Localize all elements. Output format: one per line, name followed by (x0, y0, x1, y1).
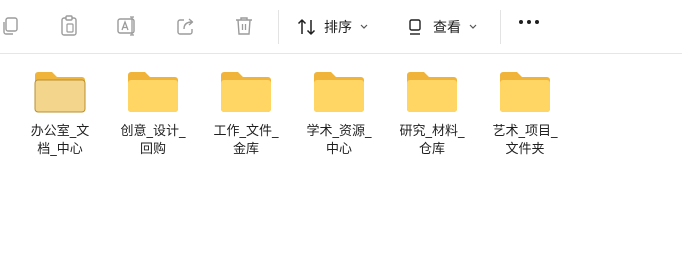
folder-name-line: 档_中心 (37, 142, 83, 157)
folder-name: 研究_材料_ 仓库 (391, 123, 473, 159)
folder-name-line: 回购 (139, 142, 166, 157)
folder-item[interactable]: 办公室_文档_中心 (19, 69, 101, 159)
folder-item[interactable]: 学术_资源_ 中心 (298, 69, 380, 159)
folder-name-line: 仓库 (418, 142, 445, 157)
folder-icon (407, 72, 457, 112)
more-options-icon[interactable] (519, 20, 539, 24)
folder-name-line: 艺术_项目_ (492, 124, 558, 139)
folder-name: 办公室_文档_中心 (19, 123, 101, 159)
sort-icon (297, 19, 316, 35)
folder-name-line: 创意_设计_ (120, 124, 186, 139)
folder-icon (128, 72, 178, 112)
folder-name-line: 研究_材料_ (399, 124, 465, 139)
folder-name-line: 文件夹 (505, 142, 545, 157)
file-explorer-window: 排序 查看 办公室_文档_中心 创意_设计_ 回购 工作_文件_ 金库 学术_资源_ 中心 研… (0, 0, 682, 263)
folder-icon (34, 72, 86, 113)
file-list: 办公室_文档_中心 创意_设计_ 回购 工作_文件_ 金库 学术_资源_ 中心 研究_材料_ 仓… (0, 55, 682, 263)
folder-name-line: 金库 (232, 142, 259, 157)
sort-button[interactable]: 排序 (296, 12, 368, 42)
view-button[interactable]: 查看 (405, 12, 477, 42)
folder-name: 工作_文件_ 金库 (205, 123, 287, 159)
share-icon[interactable] (173, 13, 199, 39)
delete-icon[interactable] (231, 13, 257, 39)
folder-icon (221, 72, 271, 112)
folder-name-line: 中心 (325, 142, 352, 157)
folder-name-line: 学术_资源_ (306, 124, 372, 139)
folder-icon (500, 72, 550, 112)
copy-icon[interactable] (0, 13, 23, 39)
toolbar-divider (500, 10, 501, 44)
view-label: 查看 (433, 20, 461, 36)
folder-name: 学术_资源_ 中心 (298, 123, 380, 159)
sort-label: 排序 (324, 20, 352, 36)
command-bar: 排序 查看 (0, 0, 682, 54)
toolbar-divider (278, 10, 279, 44)
folder-item[interactable]: 研究_材料_ 仓库 (391, 69, 473, 159)
folder-item[interactable]: 艺术_项目_ 文件夹 (484, 69, 566, 159)
view-icon (409, 19, 421, 35)
chevron-down-icon (469, 24, 477, 29)
folder-name-line: 工作_文件_ (213, 124, 279, 139)
folder-item[interactable]: 创意_设计_ 回购 (112, 69, 194, 159)
rename-icon[interactable] (114, 13, 140, 39)
folder-item[interactable]: 工作_文件_ 金库 (205, 69, 287, 159)
folder-icon (314, 72, 364, 112)
folder-name: 创意_设计_ 回购 (112, 123, 194, 159)
folder-name-line: 办公室_文 (30, 124, 90, 139)
paste-icon[interactable] (56, 13, 82, 39)
chevron-down-icon (360, 24, 368, 29)
folder-name: 艺术_项目_ 文件夹 (484, 123, 566, 159)
